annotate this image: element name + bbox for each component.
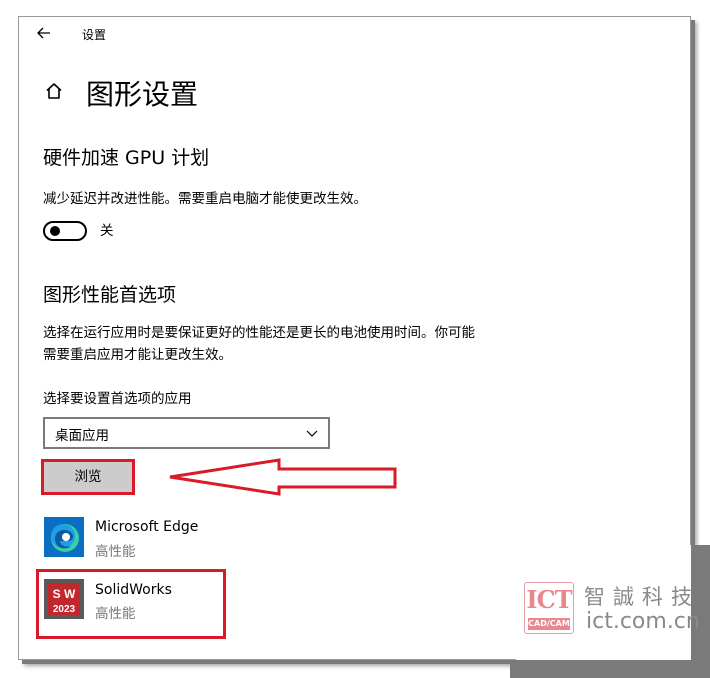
ict-logo: ICT CAD/CAM bbox=[524, 582, 574, 634]
ict-logo-subtext: CAD/CAM bbox=[528, 618, 570, 630]
browse-button-label: 浏览 bbox=[74, 469, 102, 485]
app-name: Microsoft Edge bbox=[95, 519, 199, 535]
window-title: 设置 bbox=[82, 28, 107, 42]
watermark-url: ict.com.cn bbox=[586, 609, 700, 634]
toggle-state-label: 关 bbox=[100, 223, 114, 239]
page-title: 图形设置 bbox=[86, 78, 199, 111]
back-arrow-icon bbox=[37, 27, 50, 39]
app-type-select-label: 选择要设置首选项的应用 bbox=[43, 391, 192, 407]
gpu-scheduling-description: 减少延迟并改进性能。需要重启电脑才能使更改生效。 bbox=[43, 191, 367, 207]
solidworks-icon-year: 2023 bbox=[53, 604, 76, 615]
graphics-preference-heading: 图形性能首选项 bbox=[43, 284, 177, 306]
home-icon[interactable] bbox=[44, 81, 64, 101]
solidworks-icon: S W 2023 bbox=[44, 579, 84, 619]
annotation-arrow bbox=[169, 458, 397, 496]
gpu-scheduling-heading: 硬件加速 GPU 计划 bbox=[43, 147, 210, 169]
title-bar: 设置 bbox=[19, 17, 690, 49]
shadow-strip-bottom bbox=[510, 660, 710, 678]
watermark: ICT CAD/CAM 智誠科技 ict.com.cn bbox=[516, 545, 700, 660]
app-preference: 高性能 bbox=[95, 606, 136, 622]
graphics-preference-description-2: 需要重启应用才能让更改生效。 bbox=[43, 347, 232, 363]
app-preference: 高性能 bbox=[95, 544, 136, 560]
solidworks-icon-letters: S W bbox=[53, 587, 76, 601]
watermark-company-name: 智誠科技 bbox=[584, 585, 700, 609]
ict-logo-text: ICT bbox=[526, 585, 572, 614]
app-type-select[interactable]: 桌面应用 bbox=[43, 417, 330, 449]
back-button[interactable] bbox=[33, 23, 55, 43]
edge-icon bbox=[44, 517, 84, 557]
toggle-knob bbox=[50, 226, 60, 236]
browse-button[interactable]: 浏览 bbox=[41, 459, 135, 495]
gpu-scheduling-toggle[interactable] bbox=[43, 221, 87, 241]
chevron-down-icon bbox=[306, 430, 318, 437]
app-name: SolidWorks bbox=[95, 582, 172, 598]
graphics-preference-description-1: 选择在运行应用时是要保证更好的性能还是更长的电池使用时间。你可能 bbox=[43, 325, 475, 341]
app-type-select-value: 桌面应用 bbox=[55, 428, 109, 444]
